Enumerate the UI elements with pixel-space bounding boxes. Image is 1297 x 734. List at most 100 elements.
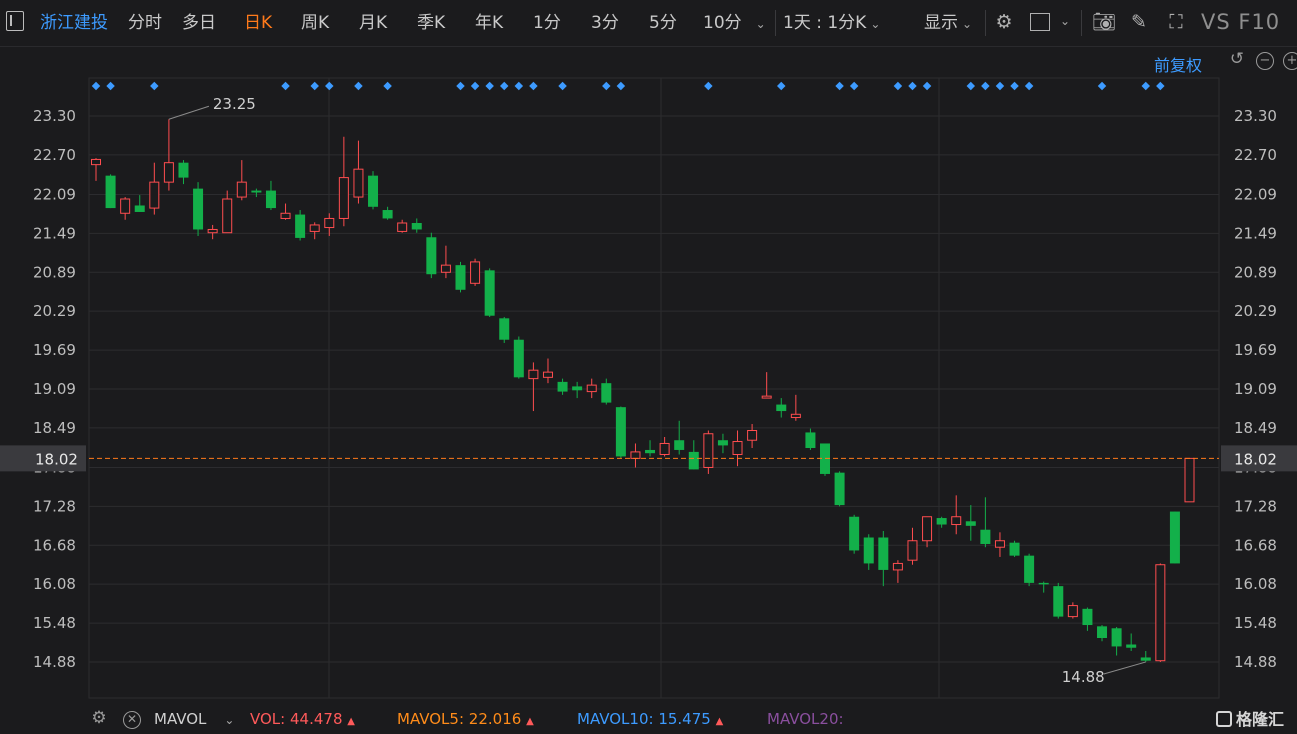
- candle-body: [251, 190, 262, 193]
- candle-body: [513, 339, 524, 378]
- y-tick-label-right: 21.49: [1234, 224, 1277, 242]
- candle-body: [630, 451, 641, 459]
- y-tick-label-left: 22.09: [33, 185, 76, 203]
- candle-body: [280, 212, 291, 219]
- candle-body: [470, 261, 481, 284]
- candle-body: [747, 430, 758, 441]
- y-tick-label-right: 19.09: [1234, 380, 1277, 398]
- y-tick-label-right: 22.09: [1234, 185, 1277, 203]
- logo: 格隆汇: [1216, 706, 1284, 730]
- candle-body: [1140, 657, 1151, 661]
- candle-body: [688, 451, 699, 470]
- candle-body: [1067, 605, 1078, 618]
- candle-body: [134, 205, 145, 212]
- candle-body: [1053, 586, 1064, 617]
- candle-body: [965, 521, 976, 526]
- candle-body: [528, 369, 539, 380]
- candle: [368, 171, 379, 210]
- candle: [426, 232, 437, 279]
- y-tick-label-left: 19.69: [33, 341, 76, 359]
- vol-readout: VOL: 44.478 ▲: [250, 710, 355, 728]
- candle-body: [1024, 555, 1035, 583]
- candle: [1024, 553, 1035, 587]
- candle: [499, 317, 510, 343]
- mavol10-readout: MAVOL10: 15.475 ▲: [577, 710, 723, 728]
- candle-body: [1126, 644, 1137, 648]
- candle-body: [790, 413, 801, 419]
- candle-body: [703, 433, 714, 468]
- candle: [615, 406, 626, 459]
- candle-body: [499, 318, 510, 340]
- indicator-select[interactable]: MAVOL ⌄: [154, 710, 234, 728]
- candle-body: [849, 516, 860, 551]
- candle-body: [368, 175, 379, 207]
- candle-body: [411, 222, 422, 230]
- y-tick-label-left: 23.30: [33, 107, 76, 125]
- candle: [193, 182, 204, 236]
- y-tick-label-right: 15.48: [1234, 614, 1277, 632]
- candle-body: [163, 162, 174, 183]
- y-tick-label-left: 17.28: [33, 497, 76, 515]
- candle-body: [207, 228, 218, 234]
- candle-body: [1155, 564, 1166, 662]
- current-price-left: 18.02: [35, 450, 78, 468]
- candle: [455, 261, 466, 293]
- candle-body: [295, 214, 306, 238]
- y-tick-label-left: 16.68: [33, 536, 76, 554]
- candle-body: [338, 177, 349, 219]
- y-tick-label-left: 20.29: [33, 302, 76, 320]
- min-label: 14.88: [1062, 668, 1105, 686]
- y-tick-label-right: 18.49: [1234, 419, 1277, 437]
- candle-body: [776, 404, 787, 412]
- candle-body: [309, 224, 320, 232]
- candle: [513, 336, 524, 379]
- chevron-down-icon: ⌄: [224, 713, 235, 727]
- y-tick-label-right: 16.68: [1234, 536, 1277, 554]
- y-tick-label-left: 15.48: [33, 614, 76, 632]
- y-tick-label-right: 16.08: [1234, 575, 1277, 593]
- candle: [1009, 540, 1020, 557]
- candle-body: [1082, 608, 1093, 626]
- vol-value: 44.478: [290, 710, 343, 728]
- candlestick-chart[interactable]: 23.30 23.30 22.70 22.70 22.09 22.09 21.49 21.49…: [0, 0, 1297, 734]
- up-arrow-icon: ▲: [347, 716, 355, 727]
- chart-grid: [88, 77, 1220, 699]
- candle-body: [236, 181, 247, 198]
- candle-body: [542, 371, 553, 378]
- y-tick-label-left: 14.88: [33, 653, 76, 671]
- candle: [295, 210, 306, 241]
- candle-body: [951, 516, 962, 526]
- candle: [1184, 457, 1195, 503]
- y-tick-label-left: 22.70: [33, 146, 76, 164]
- candle-body: [1009, 542, 1020, 556]
- indicator-bar: ⚙ ✕ MAVOL ⌄ VOL: 44.478 ▲ MAVOL5: 22.016 …: [0, 703, 1297, 734]
- candle: [1155, 563, 1166, 662]
- candle-body: [659, 442, 670, 455]
- candle-body: [805, 432, 816, 449]
- candle-body: [732, 441, 743, 455]
- candle-body: [324, 217, 335, 229]
- candle-body: [615, 407, 626, 457]
- candle-body: [994, 540, 1005, 548]
- candle-body: [645, 449, 656, 454]
- up-arrow-icon: ▲: [715, 716, 724, 727]
- candle-body: [1097, 626, 1108, 639]
- vol-label: VOL:: [250, 710, 286, 728]
- mavol10-label: MAVOL10:: [577, 710, 654, 728]
- y-tick-label-right: 17.28: [1234, 497, 1277, 515]
- logo-icon: [1216, 711, 1232, 727]
- candle: [849, 514, 860, 554]
- candle-body: [674, 440, 685, 450]
- candle-body: [586, 384, 597, 393]
- y-tick-label-left: 16.08: [33, 575, 76, 593]
- candle-body: [397, 222, 408, 232]
- candle-body: [1038, 582, 1049, 585]
- y-tick-label-right: 14.88: [1234, 653, 1277, 671]
- close-icon[interactable]: ✕: [123, 711, 141, 729]
- candle: [1053, 582, 1064, 619]
- candle-body: [980, 529, 991, 544]
- candle-body: [863, 537, 874, 564]
- gear-icon[interactable]: ⚙: [90, 710, 108, 729]
- candle-body: [382, 210, 393, 219]
- indicator-name: MAVOL: [154, 710, 207, 728]
